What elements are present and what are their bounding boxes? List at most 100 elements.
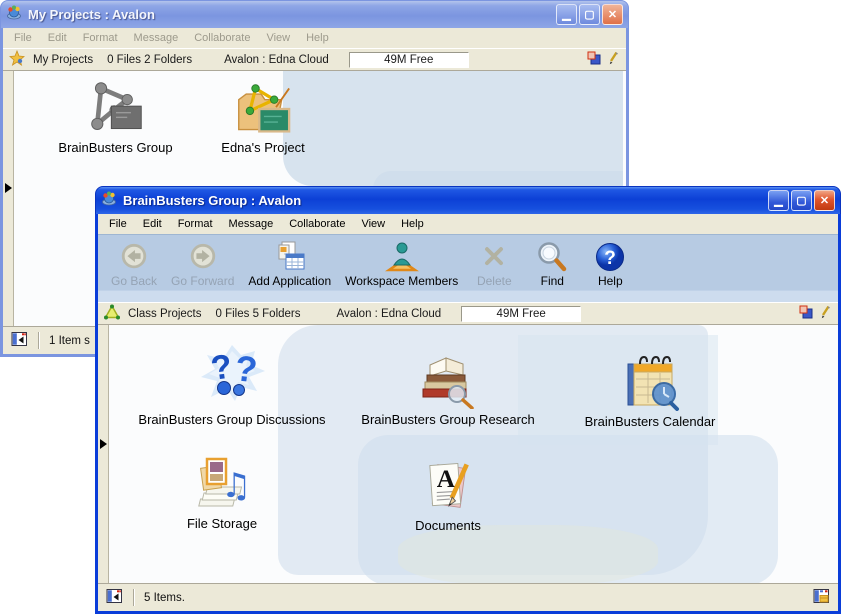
counts-label: 0 Files 2 Folders <box>107 54 192 66</box>
menu-collaborate[interactable]: Collaborate <box>186 30 258 46</box>
status-text: 1 Item s <box>49 335 90 347</box>
minimize-button[interactable]: ▁ <box>768 190 789 211</box>
button-label: Workspace Members <box>345 274 458 288</box>
counts-label: 0 Files 5 Folders <box>216 308 301 320</box>
go-forward-icon <box>188 240 218 274</box>
svg-text:?: ? <box>604 248 616 269</box>
svg-text:A: A <box>437 465 456 493</box>
workspace-triangle-icon <box>104 304 120 323</box>
menu-format[interactable]: Format <box>170 216 221 232</box>
free-space-indicator: 49M Free <box>461 306 581 322</box>
menu-collaborate[interactable]: Collaborate <box>281 216 353 232</box>
file-storage-icon: ♫ <box>112 453 332 513</box>
toggle-panel-icon[interactable] <box>106 588 123 607</box>
app-item-research[interactable]: BrainBusters Group Research <box>338 349 558 427</box>
workspace-members-icon <box>385 240 419 274</box>
menu-format[interactable]: Format <box>75 30 126 46</box>
layers-icon[interactable] <box>587 51 601 68</box>
close-button[interactable]: ✕ <box>814 190 835 211</box>
button-label: Find <box>541 274 564 288</box>
delete-icon <box>480 240 508 274</box>
location-label: Class Projects <box>128 308 202 320</box>
project-folder-icon <box>163 81 363 137</box>
sidebar-rail <box>98 325 109 583</box>
desktop: { "back_window": { "title": "My Projects… <box>0 0 841 614</box>
button-label: Add Application <box>248 274 331 288</box>
menu-view[interactable]: View <box>258 30 298 46</box>
research-books-icon <box>338 349 558 409</box>
item-label: BrainBusters Group Research <box>338 412 558 427</box>
button-label: Go Forward <box>171 274 234 288</box>
app-icon <box>101 190 117 211</box>
window-title: My Projects : Avalon <box>28 7 556 22</box>
sidebar-expand-arrow[interactable] <box>5 183 12 193</box>
go-back-icon <box>119 240 149 274</box>
status-bar: 5 Items. <box>98 583 838 611</box>
titlebar[interactable]: BrainBusters Group : Avalon ▁ ▢ ✕ <box>95 186 841 214</box>
menu-help[interactable]: Help <box>393 216 432 232</box>
app-item-calendar[interactable]: BrainBusters Calendar <box>540 351 760 429</box>
maximize-button[interactable]: ▢ <box>579 4 600 25</box>
find-icon <box>536 240 568 274</box>
close-button[interactable]: ✕ <box>602 4 623 25</box>
sidebar-expand-arrow[interactable] <box>100 439 107 449</box>
app-item-file-storage[interactable]: ♫ File Storage <box>112 453 332 531</box>
app-item-discussions[interactable]: ? ? BrainBusters Group Discussions <box>122 343 342 427</box>
menu-message[interactable]: Message <box>126 30 187 46</box>
delete-button: Delete <box>467 238 521 290</box>
menu-message[interactable]: Message <box>221 216 282 232</box>
info-bar: Class Projects 0 Files 5 Folders Avalon … <box>98 302 838 325</box>
folder-content-class-projects: ? ? BrainBusters Group Discussions <box>98 325 838 583</box>
window-title: BrainBusters Group : Avalon <box>123 193 768 208</box>
app-item-documents[interactable]: A Documents <box>338 457 558 533</box>
titlebar[interactable]: My Projects : Avalon ▁ ▢ ✕ <box>0 0 629 28</box>
menu-file[interactable]: File <box>101 216 135 232</box>
menu-file[interactable]: File <box>6 30 40 46</box>
svg-text:♫: ♫ <box>221 466 251 506</box>
help-button[interactable]: ? Help <box>583 238 637 290</box>
add-application-icon <box>273 240 307 274</box>
menu-edit[interactable]: Edit <box>135 216 170 232</box>
workspace-star-icon <box>9 50 25 69</box>
free-space-indicator: 49M Free <box>349 52 469 68</box>
button-label: Go Back <box>111 274 157 288</box>
window-brainbusters-group: BrainBusters Group : Avalon ▁ ▢ ✕ File E… <box>95 186 841 614</box>
view-toggle-icon[interactable] <box>813 588 830 607</box>
documents-icon: A <box>338 457 558 515</box>
item-label: File Storage <box>112 516 332 531</box>
folder-item-ednas-project[interactable]: Edna's Project <box>163 81 363 155</box>
minimize-button[interactable]: ▁ <box>556 4 577 25</box>
item-label: Documents <box>338 518 558 533</box>
account-label: Avalon : Edna Cloud <box>224 54 329 66</box>
maximize-button[interactable]: ▢ <box>791 190 812 211</box>
help-icon: ? <box>594 240 626 274</box>
menu-bar: File Edit Format Message Collaborate Vie… <box>98 214 838 234</box>
pencil-icon[interactable] <box>819 305 832 322</box>
button-label: Help <box>598 274 623 288</box>
go-forward-button: Go Forward <box>166 238 239 290</box>
item-label: BrainBusters Calendar <box>540 414 760 429</box>
go-back-button: Go Back <box>106 238 162 290</box>
discussions-icon: ? ? <box>122 343 342 409</box>
menu-help[interactable]: Help <box>298 30 337 46</box>
account-label: Avalon : Edna Cloud <box>337 308 442 320</box>
layers-icon[interactable] <box>799 305 813 322</box>
find-button[interactable]: Find <box>525 238 579 290</box>
workspace-members-button[interactable]: Workspace Members <box>340 238 463 290</box>
menu-view[interactable]: View <box>353 216 393 232</box>
app-icon <box>6 4 22 25</box>
location-label: My Projects <box>33 54 93 66</box>
menu-edit[interactable]: Edit <box>40 30 75 46</box>
item-label: BrainBusters Group Discussions <box>122 412 342 427</box>
menu-bar: File Edit Format Message Collaborate Vie… <box>3 28 626 48</box>
button-label: Delete <box>477 274 512 288</box>
item-label: Edna's Project <box>163 140 363 155</box>
pencil-icon[interactable] <box>607 51 620 68</box>
toolbar: Go Back Go Forward <box>98 234 838 302</box>
add-application-button[interactable]: Add Application <box>243 238 336 290</box>
info-bar: My Projects 0 Files 2 Folders Avalon : E… <box>3 48 626 71</box>
toggle-panel-icon[interactable] <box>11 331 28 350</box>
calendar-icon <box>540 351 760 411</box>
svg-text:?: ? <box>233 347 260 390</box>
status-text: 5 Items. <box>144 592 185 604</box>
